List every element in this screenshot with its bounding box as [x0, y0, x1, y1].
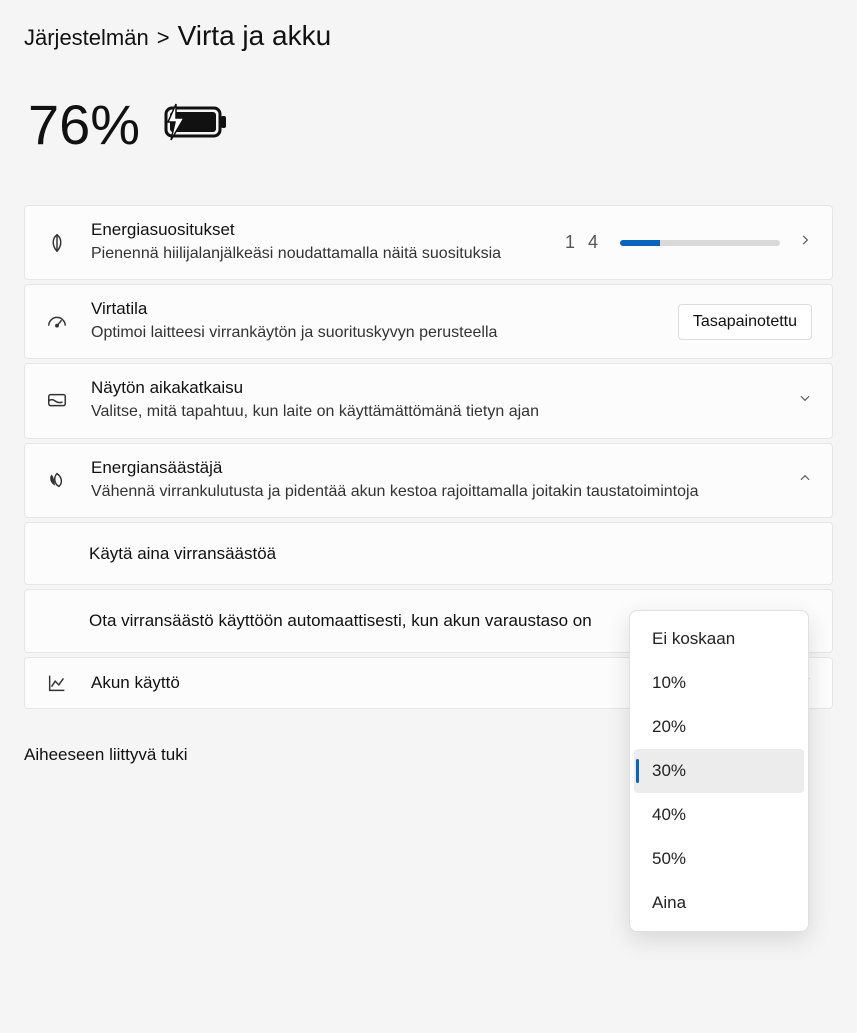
- screen-timeout-row[interactable]: Näytön aikakatkaisu Valitse, mitä tapaht…: [24, 363, 833, 438]
- dropdown-option[interactable]: 20%: [634, 705, 804, 749]
- gauge-icon: [39, 311, 75, 333]
- energy-recommendations-row[interactable]: Energiasuositukset Pienennä hiilijalanjä…: [24, 205, 833, 280]
- dropdown-option[interactable]: Aina: [634, 881, 804, 925]
- chevron-down-icon: [798, 391, 812, 410]
- energy-rec-count: 1 4: [565, 232, 602, 253]
- battery-hero: 76%: [28, 92, 829, 157]
- energy-saver-row[interactable]: Energiansäästäjä Vähennä virrankulutusta…: [24, 443, 833, 518]
- power-mode-select[interactable]: Tasapainotettu: [678, 304, 812, 340]
- screen-timeout-title: Näytön aikakatkaisu: [91, 378, 782, 398]
- breadcrumb-parent[interactable]: Järjestelmän: [24, 25, 149, 51]
- battery-percentage: 76%: [28, 92, 140, 157]
- energy-rec-sub: Pienennä hiilijalanjälkeäsi noudattamall…: [91, 242, 549, 265]
- dropdown-option[interactable]: 10%: [634, 661, 804, 705]
- energy-rec-progress-fill: [620, 240, 660, 246]
- energy-saver-sub: Vähennä virrankulutusta ja pidentää akun…: [91, 480, 782, 503]
- power-mode-sub: Optimoi laitteesi virrankäytön ja suorit…: [91, 321, 662, 344]
- screen-timeout-sub: Valitse, mitä tapahtuu, kun laite on käy…: [91, 400, 782, 423]
- energy-saver-title: Energiansäästäjä: [91, 458, 782, 478]
- power-mode-title: Virtatila: [91, 299, 662, 319]
- always-use-saver-label: Käytä aina virransäästöä: [89, 544, 276, 563]
- chart-icon: [39, 672, 75, 694]
- chevron-up-icon: [798, 471, 812, 490]
- battery-charging-icon: [158, 100, 230, 149]
- breadcrumb: Järjestelmän > Virta ja akku: [24, 20, 833, 52]
- dropdown-option[interactable]: 30%: [634, 749, 804, 793]
- dropdown-option[interactable]: Ei koskaan: [634, 617, 804, 661]
- auto-on-saver-label: Ota virransäästö käyttöön automaattisest…: [89, 611, 592, 630]
- energy-rec-progress: [620, 240, 780, 246]
- battery-threshold-dropdown[interactable]: Ei koskaan10%20%30%40%50%Aina: [629, 610, 809, 932]
- dropdown-option[interactable]: 50%: [634, 837, 804, 881]
- power-mode-row[interactable]: Virtatila Optimoi laitteesi virrankäytön…: [24, 284, 833, 359]
- breadcrumb-separator: >: [157, 25, 170, 51]
- chevron-right-icon: [798, 233, 812, 252]
- always-use-saver-row[interactable]: Käytä aina virransäästöä: [24, 522, 833, 586]
- leaf-icon: [39, 232, 75, 254]
- monitor-icon: [39, 390, 75, 412]
- energy-rec-title: Energiasuositukset: [91, 220, 549, 240]
- page-title: Virta ja akku: [178, 20, 332, 52]
- dropdown-option[interactable]: 40%: [634, 793, 804, 837]
- energy-saver-icon: [39, 469, 75, 491]
